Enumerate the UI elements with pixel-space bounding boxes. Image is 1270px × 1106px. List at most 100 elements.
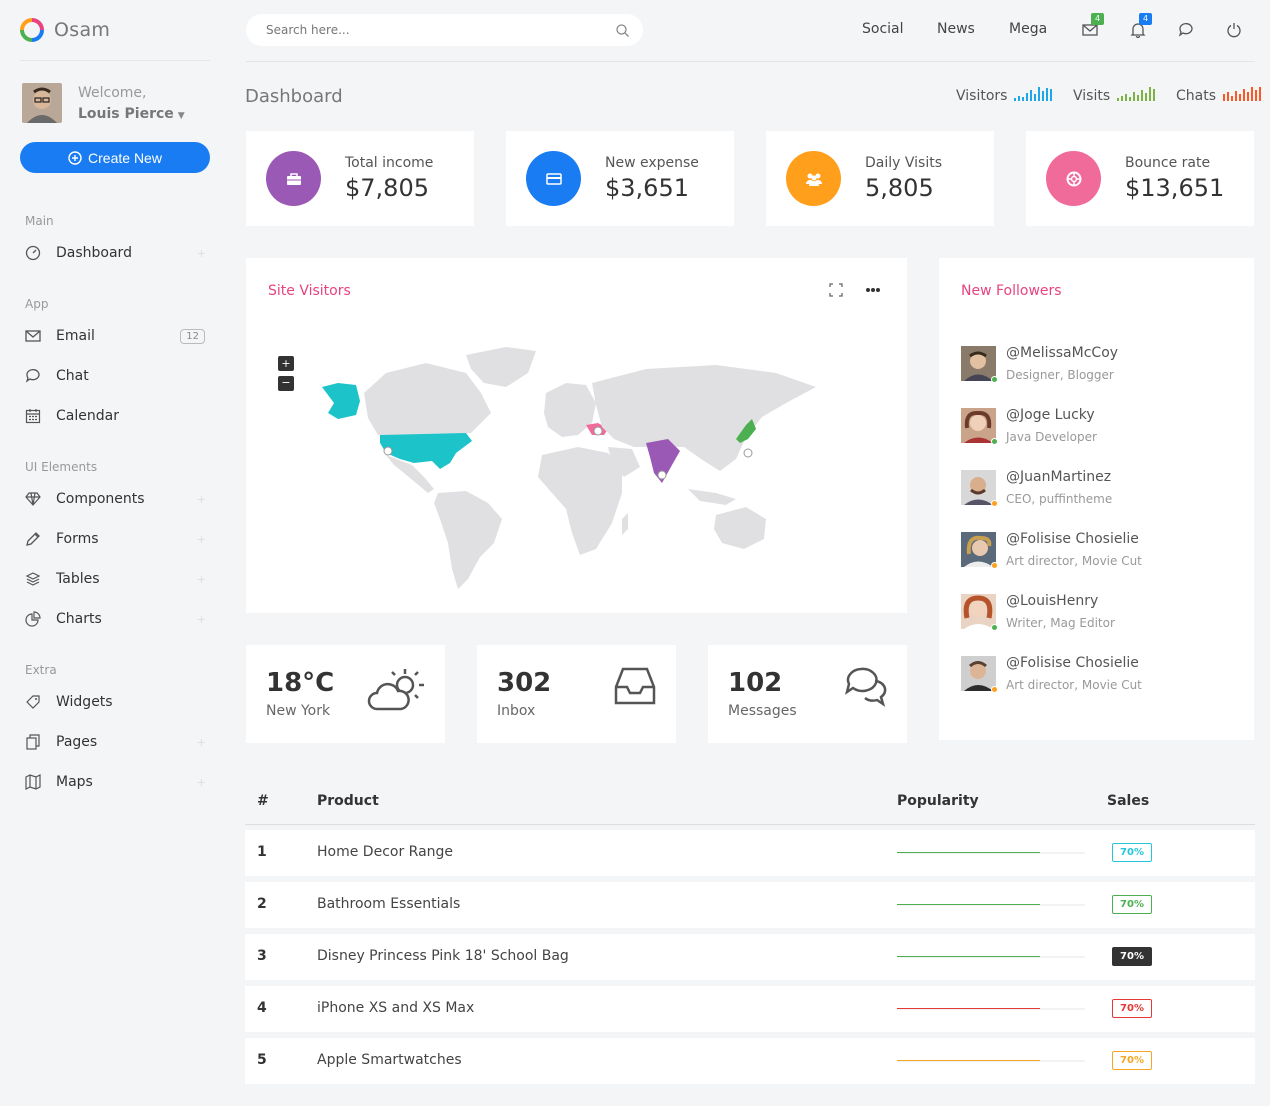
- sidebar-item-pages[interactable]: Pages +: [24, 731, 210, 753]
- brand[interactable]: Osam: [20, 18, 110, 42]
- table-row[interactable]: 3 Disney Princess Pink 18' School Bag 70%: [245, 934, 1255, 980]
- sidebar-item-tables[interactable]: Tables +: [24, 568, 210, 590]
- sidebar-item-charts[interactable]: Charts +: [24, 608, 210, 630]
- pie-icon: [24, 610, 42, 628]
- sidebar-item-calendar[interactable]: Calendar: [24, 405, 210, 427]
- stat-card-new-expense: New expense $3,651: [506, 131, 734, 226]
- site-visitors-panel: Site Visitors + −: [246, 258, 907, 613]
- popularity-fill: [897, 904, 1040, 905]
- messages-label: Messages: [728, 703, 797, 719]
- avatar: [961, 532, 996, 567]
- avatar: [961, 594, 996, 629]
- sidebar-item-maps[interactable]: Maps +: [24, 771, 210, 793]
- row-number: 5: [257, 1052, 267, 1068]
- map-marker-japan: [743, 448, 753, 458]
- zoom-out-button[interactable]: −: [278, 376, 294, 391]
- chat-icon: [1178, 23, 1193, 37]
- follower-item[interactable]: @MelissaMcCoy Designer, Blogger: [961, 345, 1221, 386]
- world-map[interactable]: [316, 343, 836, 603]
- zoom-in-button[interactable]: +: [278, 356, 294, 371]
- more-options-icon[interactable]: [865, 287, 881, 293]
- sidebar-item-forms[interactable]: Forms +: [24, 528, 210, 550]
- avatar[interactable]: [22, 83, 62, 123]
- stat-label: Bounce rate: [1125, 155, 1211, 171]
- popularity-bar: [897, 1060, 1085, 1062]
- visits-spark: Visits: [1073, 87, 1156, 104]
- sidebar-item-dashboard[interactable]: Dashboard +: [24, 242, 210, 264]
- popularity-fill: [897, 1060, 1040, 1061]
- visitors-label: Visitors: [956, 88, 1008, 104]
- map-icon: [24, 773, 42, 791]
- col-product[interactable]: Product: [317, 793, 379, 809]
- notifications-button[interactable]: 4: [1130, 13, 1153, 40]
- col-sales[interactable]: Sales: [1107, 793, 1149, 809]
- follower-item[interactable]: @Folisise Chosielie Art director, Movie …: [961, 531, 1221, 572]
- email-count-badge: 12: [180, 328, 205, 344]
- follower-item[interactable]: @Folisise Chosielie Art director, Movie …: [961, 655, 1221, 696]
- chat-button[interactable]: [1178, 22, 1196, 40]
- tag-icon: [24, 693, 42, 711]
- topnav-social[interactable]: Social: [862, 21, 904, 37]
- expand-icon: +: [196, 246, 206, 260]
- logo-icon: [20, 18, 44, 42]
- create-new-button[interactable]: Create New: [20, 142, 210, 173]
- section-app: App: [25, 297, 49, 311]
- inbox-label: Inbox: [497, 703, 536, 719]
- sidebar-item-label: Email: [56, 328, 95, 344]
- follower-item[interactable]: @LouisHenry Writer, Mag Editor: [961, 593, 1221, 634]
- product-name: Disney Princess Pink 18' School Bag: [317, 948, 569, 964]
- sidebar-item-widgets[interactable]: Widgets: [24, 691, 210, 713]
- follower-item[interactable]: @JuanMartinez CEO, puffintheme: [961, 469, 1221, 510]
- mail-button[interactable]: 4: [1082, 13, 1105, 40]
- follower-handle: @JuanMartinez: [1006, 469, 1112, 485]
- topnav-news[interactable]: News: [937, 21, 975, 37]
- sidebar-item-email[interactable]: Email 12: [24, 325, 210, 347]
- map-greenland: [466, 347, 536, 387]
- sidebar-item-components[interactable]: Components +: [24, 488, 210, 510]
- sidebar-item-label: Maps: [56, 774, 93, 790]
- brand-name: Osam: [54, 19, 111, 41]
- col-popularity[interactable]: Popularity: [897, 793, 979, 809]
- stat-value: $7,805: [345, 174, 429, 202]
- user-menu[interactable]: Louis Pierce ▼: [78, 102, 185, 128]
- table-row[interactable]: 5 Apple Smartwatches 70%: [245, 1038, 1255, 1084]
- sidebar-item-label: Components: [56, 491, 145, 507]
- table-row[interactable]: 2 Bathroom Essentials 70%: [245, 882, 1255, 928]
- map-marker-ukraine: [593, 426, 603, 436]
- online-status: [991, 376, 998, 383]
- search-icon[interactable]: [616, 23, 629, 37]
- search-bar[interactable]: Search here...: [246, 14, 643, 46]
- layers-icon: [24, 570, 42, 588]
- messages-widget[interactable]: 102 Messages: [708, 645, 907, 743]
- online-status: [991, 624, 998, 631]
- search-input[interactable]: Search here...: [266, 23, 616, 37]
- sidebar-item-chat[interactable]: Chat: [24, 365, 210, 387]
- visits-sparkline: [1117, 87, 1156, 101]
- section-ui-elements: UI Elements: [25, 460, 98, 474]
- weather-widget: 18°C New York: [246, 645, 445, 743]
- product-name: iPhone XS and XS Max: [317, 1000, 475, 1016]
- map-alaska: [322, 383, 360, 419]
- power-button[interactable]: [1226, 22, 1244, 40]
- sidebar-item-label: Forms: [56, 531, 99, 547]
- dashboard-icon: [24, 244, 42, 262]
- row-number: 1: [257, 844, 267, 860]
- table-row[interactable]: 1 Home Decor Range 70%: [245, 830, 1255, 876]
- fullscreen-icon[interactable]: [829, 283, 843, 297]
- section-extra: Extra: [25, 663, 57, 677]
- away-status: [991, 562, 998, 569]
- section-main: Main: [25, 214, 54, 228]
- map-indonesia: [688, 489, 736, 505]
- follower-handle: @LouisHenry: [1006, 593, 1099, 609]
- expand-icon: +: [196, 492, 206, 506]
- product-name: Home Decor Range: [317, 844, 454, 860]
- inbox-widget[interactable]: 302 Inbox: [477, 645, 676, 743]
- card-icon: [526, 151, 581, 206]
- follower-item[interactable]: @Joge Lucky Java Developer: [961, 407, 1221, 448]
- table-row[interactable]: 4 iPhone XS and XS Max 70%: [245, 986, 1255, 1032]
- bell-badge: 4: [1139, 13, 1153, 25]
- caret-down-icon: ▼: [177, 111, 185, 121]
- topnav-mega[interactable]: Mega: [1009, 21, 1047, 37]
- stat-value: $3,651: [605, 174, 689, 202]
- stat-card-total-income: Total income $7,805: [246, 131, 474, 226]
